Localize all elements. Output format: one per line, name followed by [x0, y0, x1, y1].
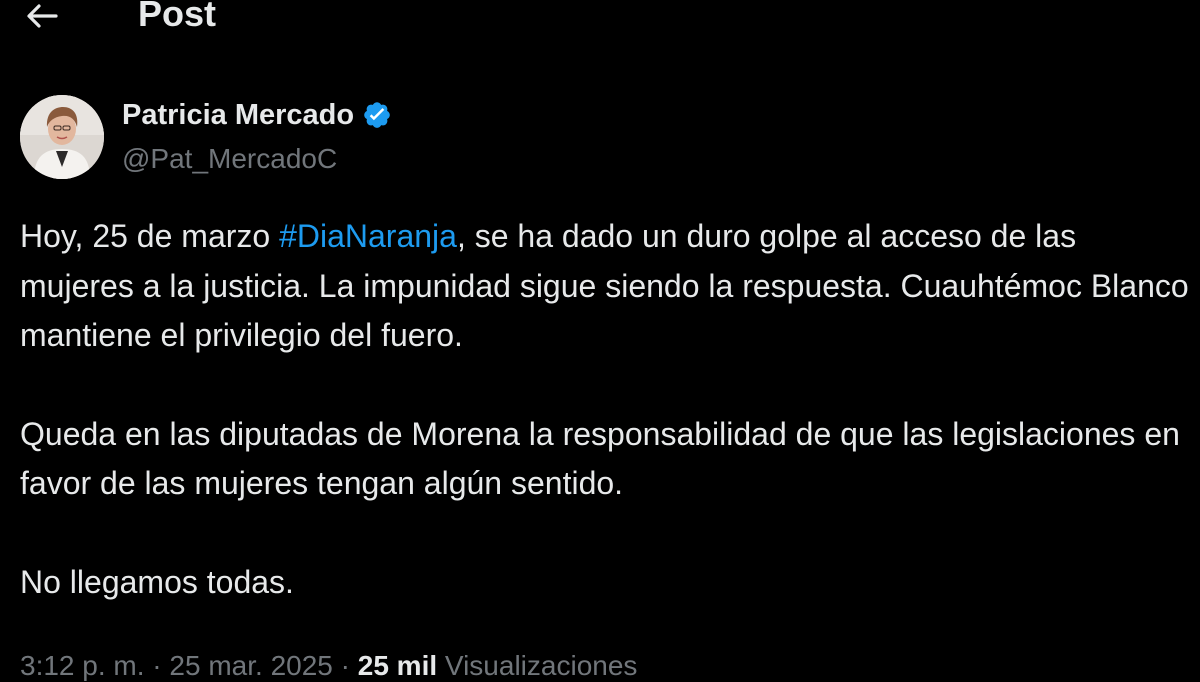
post-meta: 3:12 p. m. · 25 mar. 2025 · 25 mil Visua…	[20, 650, 637, 682]
avatar-image	[20, 95, 104, 179]
post-time[interactable]: 3:12 p. m.	[20, 650, 145, 681]
author-name: Patricia Mercado	[122, 98, 355, 131]
arrow-left-icon	[27, 4, 58, 28]
meta-separator: ·	[144, 650, 170, 681]
hashtag-link[interactable]: #DiaNaranja	[279, 218, 457, 254]
post-header: Post	[0, 0, 1200, 40]
post-paragraph-2: Queda en las diputadas de Morena la resp…	[20, 415, 1180, 502]
verified-badge-icon	[364, 102, 390, 128]
views-label: Visualizaciones	[437, 650, 638, 681]
post-paragraph-1: Hoy, 25 de marzo #DiaNaranja, se ha dado…	[20, 212, 1190, 361]
author-row: Patricia Mercado @Pat_MercadoC	[20, 95, 920, 185]
post-text: Hoy, 25 de marzo #DiaNaranja, se ha dado…	[20, 212, 1190, 607]
page-title: Post	[138, 0, 217, 34]
author-name-link[interactable]: Patricia Mercado	[122, 97, 392, 133]
post-date[interactable]: 25 mar. 2025	[169, 650, 332, 681]
post-paragraph-3: No llegamos todas.	[20, 563, 294, 600]
back-button[interactable]	[22, 0, 62, 32]
avatar[interactable]	[20, 95, 104, 179]
views-count[interactable]: 25 mil	[358, 650, 437, 681]
meta-separator-2: ·	[332, 650, 358, 681]
post-text-before-hashtag: Hoy, 25 de marzo	[20, 218, 280, 254]
author-handle[interactable]: @Pat_MercadoC	[122, 143, 337, 175]
